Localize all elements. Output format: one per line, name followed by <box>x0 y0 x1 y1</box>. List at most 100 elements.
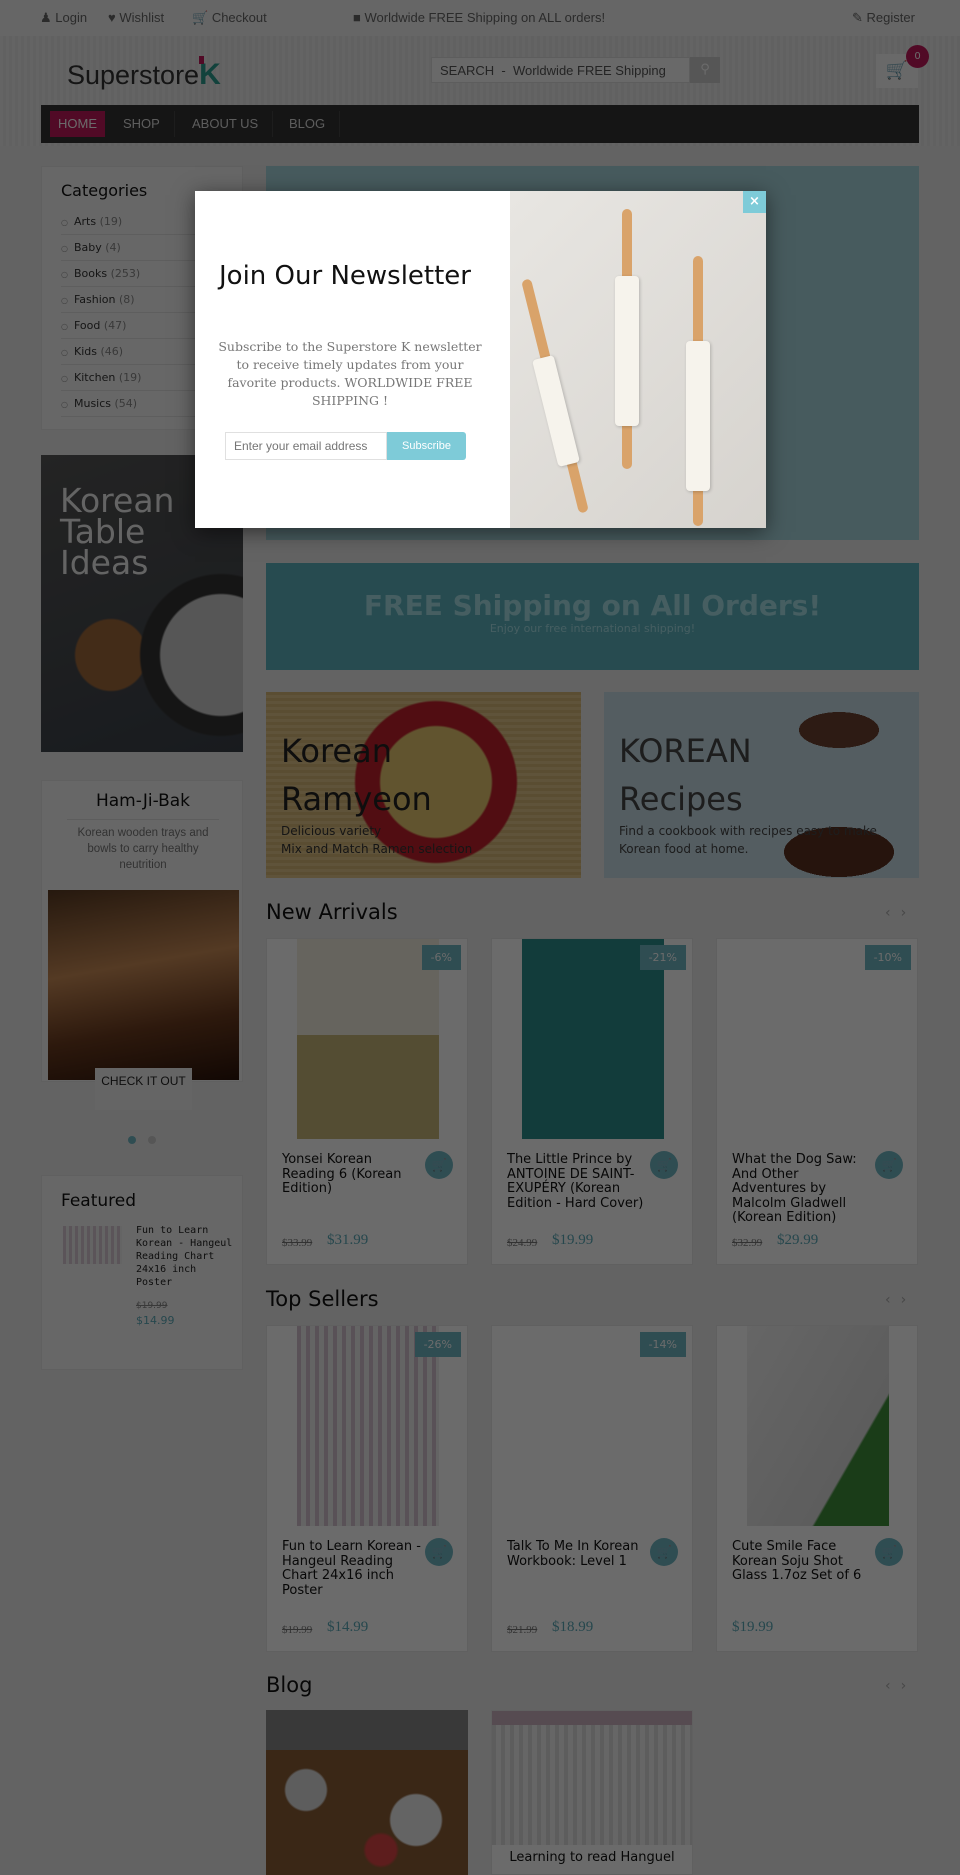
category-name: Kitchen <box>73 371 116 384</box>
bullet-icon: ○ <box>61 400 68 409</box>
modal-title: Join Our Newsletter <box>219 261 471 291</box>
nav-shop[interactable]: SHOP <box>109 111 175 137</box>
product-card[interactable]: -21% The Little Prince by ANTOINE DE SAIN… <box>491 938 693 1265</box>
new-arrivals-arrows[interactable]: ‹› <box>885 905 916 921</box>
blog-post-card[interactable]: Learning to read Hanguel <box>491 1710 693 1875</box>
cart-icon: 🛒 <box>881 1158 897 1172</box>
add-to-cart-button[interactable]: 🛒 <box>875 1151 903 1179</box>
category-name: Kids <box>73 345 97 358</box>
category-count: (8) <box>119 293 135 306</box>
cart-icon: 🛒 <box>881 1545 897 1559</box>
new-arrivals-title: New Arrivals <box>266 900 398 924</box>
free-shipping-banner[interactable]: FREE Shipping on All Orders! Enjoy our f… <box>266 563 919 670</box>
register-link[interactable]: ✎ Register <box>852 10 915 26</box>
heart-icon: ♥ <box>108 10 116 25</box>
old-price: $24.99 <box>507 1237 538 1249</box>
korean-ramyeon-banner[interactable]: Korean Ramyeon Delicious variety Mix and M… <box>266 692 581 878</box>
blog-arrows[interactable]: ‹› <box>885 1678 916 1694</box>
discount-badge: -10% <box>864 945 911 970</box>
product-card[interactable]: -26% Fun to Learn Korean - Hangeul Readin… <box>266 1325 468 1652</box>
category-name: Fashion <box>73 293 116 306</box>
truck-icon: ■ <box>353 10 361 25</box>
price: $19.99 <box>732 1619 774 1635</box>
product-image[interactable] <box>297 939 439 1139</box>
shipping-banner-subtitle: Enjoy our free international shipping! <box>489 622 696 635</box>
featured-price: $14.99 <box>136 1314 175 1327</box>
blog-post-image <box>492 1711 692 1845</box>
promo-box: Ham-Ji-Bak Korean wooden trays and bowls… <box>41 780 243 1110</box>
promo-title: Ham-Ji-Bak <box>95 791 191 811</box>
search-button[interactable]: ⚲ <box>690 57 720 83</box>
checkout-link[interactable]: 🛒 Checkout <box>192 10 267 26</box>
search-input[interactable] <box>431 57 690 83</box>
product-image[interactable] <box>747 1326 889 1526</box>
discount-badge: -6% <box>421 945 461 970</box>
subscribe-button[interactable]: Subscribe <box>387 432 466 460</box>
category-count: (253) <box>110 267 141 280</box>
carousel-dot[interactable] <box>148 1136 156 1144</box>
category-name: Food <box>73 319 101 332</box>
promo-image <box>48 890 239 1080</box>
main-nav: HOME SHOP ABOUT US BLOG <box>41 105 919 143</box>
promo-text: Korean wooden trays and bowls to carry h… <box>77 827 209 871</box>
add-to-cart-button[interactable]: 🛒 <box>650 1538 678 1566</box>
check-it-out-button[interactable]: CHECK IT OUT <box>95 1068 192 1110</box>
product-name[interactable]: Yonsei Korean Reading 6 (Korean Edition) <box>282 1152 422 1197</box>
cart-icon: 🛒 <box>656 1545 672 1559</box>
carousel-dot-active[interactable] <box>128 1136 136 1144</box>
add-to-cart-button[interactable]: 🛒 <box>875 1538 903 1566</box>
nav-home[interactable]: HOME <box>50 111 105 137</box>
cart-icon: 🛒 <box>431 1545 447 1559</box>
korean-recipes-banner[interactable]: KOREAN Recipes Find a cookbook with recip… <box>604 692 919 878</box>
price: $14.99 <box>327 1619 369 1635</box>
add-to-cart-button[interactable]: 🛒 <box>425 1151 453 1179</box>
category-name: Arts <box>73 215 97 228</box>
bullet-icon: ○ <box>61 244 68 253</box>
product-name[interactable]: Fun to Learn Korean - Hangeul Reading Ch… <box>282 1539 422 1598</box>
product-card[interactable]: -6% Yonsei Korean Reading 6 (Korean Editi… <box>266 938 468 1265</box>
bullet-icon: ○ <box>61 218 68 227</box>
ramyeon-line: Delicious variety <box>281 824 382 838</box>
discount-badge: -26% <box>414 1332 461 1357</box>
category-count: (54) <box>114 397 138 410</box>
old-price: $32.99 <box>732 1237 763 1249</box>
rolling-pins-image <box>510 191 766 528</box>
old-price: $21.99 <box>507 1624 538 1636</box>
shipping-banner-title: FREE Shipping on All Orders! <box>363 589 822 622</box>
newsletter-modal: Join Our Newsletter Subscribe to the Sup… <box>195 191 766 528</box>
login-link[interactable]: ♟ Login <box>40 10 87 26</box>
discount-badge: -14% <box>639 1332 686 1357</box>
bullet-icon: ○ <box>61 296 68 305</box>
category-count: (19) <box>118 371 142 384</box>
featured-box: Featured Fun to Learn Korean - Hangeul R… <box>41 1175 243 1370</box>
old-price: $33.99 <box>282 1237 313 1249</box>
product-card[interactable]: -14% Talk To Me In Korean Workbook: Level… <box>491 1325 693 1652</box>
add-to-cart-button[interactable]: 🛒 <box>650 1151 678 1179</box>
logo[interactable]: SuperstoreK <box>67 58 221 92</box>
wishlist-link[interactable]: ♥ Wishlist <box>108 10 164 25</box>
shipping-notice: ■ Worldwide FREE Shipping on ALL orders! <box>353 10 606 25</box>
cart-count-badge: 0 <box>906 45 929 68</box>
nav-about-us[interactable]: ABOUT US <box>178 111 274 137</box>
product-name[interactable]: Talk To Me In Korean Workbook: Level 1 <box>507 1539 647 1569</box>
product-card[interactable]: Cute Smile Face Korean Soju Shot Glass 1… <box>716 1325 918 1652</box>
nav-blog[interactable]: BLOG <box>275 111 341 137</box>
product-name[interactable]: The Little Prince by ANTOINE DE SAINT-EX… <box>507 1152 647 1211</box>
add-to-cart-button[interactable]: 🛒 <box>425 1538 453 1566</box>
blog-post-title[interactable]: Learning to read Hanguel <box>492 1850 692 1865</box>
top-sellers-arrows[interactable]: ‹› <box>885 1292 916 1308</box>
featured-image[interactable] <box>63 1226 122 1264</box>
category-name: Musics <box>73 397 112 410</box>
recipes-line: Find a cookbook with recipes easy to mak… <box>619 824 877 838</box>
recipes-line-2: Korean food at home. <box>619 842 749 856</box>
featured-old-price: $19.99 <box>136 1301 168 1311</box>
email-input[interactable] <box>225 432 387 460</box>
blog-post-image[interactable] <box>266 1710 468 1875</box>
product-card[interactable]: -10% What the Dog Saw: And Other Adventur… <box>716 938 918 1265</box>
product-name[interactable]: Cute Smile Face Korean Soju Shot Glass 1… <box>732 1539 872 1584</box>
cart-icon: 🛒 <box>192 10 209 25</box>
product-name[interactable]: What the Dog Saw: And Other Adventures b… <box>732 1152 872 1226</box>
featured-name[interactable]: Fun to Learn Korean - Hangeul Reading Ch… <box>136 1224 236 1304</box>
cart-icon: 🛒 <box>885 60 909 81</box>
close-button[interactable]: × <box>743 191 766 213</box>
